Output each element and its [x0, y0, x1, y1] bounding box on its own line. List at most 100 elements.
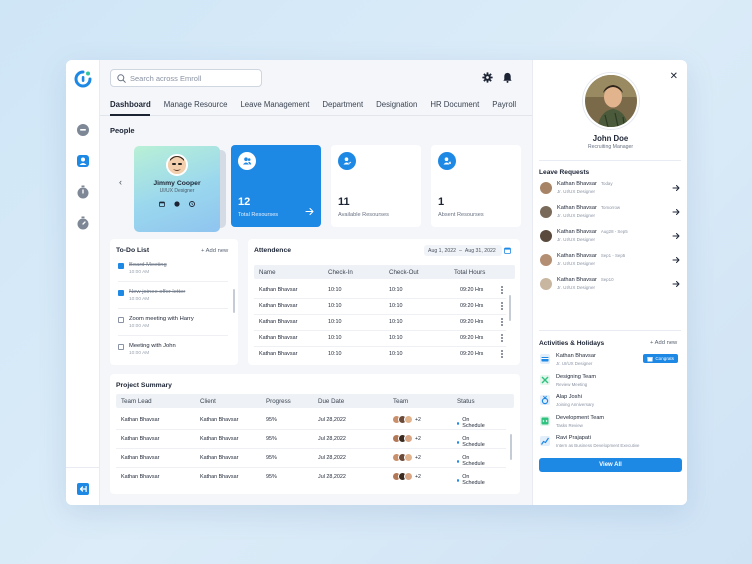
table-cell: 10:10	[328, 303, 342, 309]
todo-scrollbar[interactable]	[233, 289, 235, 313]
table-cell: Kathan Bhavsar	[259, 287, 298, 293]
tab-leave-management[interactable]: Leave Management	[240, 100, 309, 116]
message-icon[interactable]	[174, 201, 180, 207]
leave-request-item[interactable]: Kathan Bhavsar Sep1 - Sep5 Jr. UI/UX Desig…	[540, 252, 682, 270]
people-icon[interactable]	[76, 154, 90, 168]
project-summary-title: Project Summary	[116, 382, 172, 389]
activity-sub: Jr. UI/UX Designer	[556, 361, 593, 366]
team-avatars[interactable]: +2	[392, 472, 421, 481]
todo-item[interactable]: Meeting with John 10:00 AM	[118, 343, 176, 356]
date-range-picker[interactable]: Aug 1, 2022 – Aug 31, 2022	[424, 245, 502, 256]
tab-designation[interactable]: Designation	[376, 100, 417, 116]
requester-name: Kathan Bhavsar Tomorrow	[557, 205, 621, 211]
table-cell: 95%	[266, 417, 277, 423]
rail-footer	[66, 467, 100, 505]
table-cell: 10:10	[328, 335, 342, 341]
table-cell: 10:10	[389, 303, 403, 309]
congrats-button[interactable]: Congrats	[643, 354, 678, 363]
status-dot-icon	[457, 440, 460, 444]
team-avatars[interactable]: +2	[392, 434, 421, 443]
leave-request-item[interactable]: Kathan Bhavsar Today Jr. UI/UX Designer	[540, 180, 682, 198]
arrow-right-icon[interactable]	[672, 208, 680, 216]
activities-add-new-button[interactable]: + Add new	[650, 340, 677, 346]
tab-department[interactable]: Department	[322, 100, 363, 116]
tab-hr-document[interactable]: HR Document	[430, 100, 479, 116]
checkbox-unchecked[interactable]	[118, 344, 124, 350]
row-divider	[116, 467, 506, 468]
search-box[interactable]	[110, 69, 262, 87]
activity-name: Ravi Prajapati	[556, 435, 591, 441]
app-window: Dashboard Manage Resource Leave Manageme…	[66, 60, 687, 505]
search-input[interactable]	[130, 73, 258, 83]
gear-icon[interactable]	[482, 72, 493, 83]
team-avatars[interactable]: +2	[392, 415, 421, 424]
view-all-button[interactable]: View All	[539, 458, 682, 472]
person-name: Jimmy Cooper	[153, 180, 201, 187]
tab-manage-resource[interactable]: Manage Resource	[164, 100, 228, 116]
gift-icon	[647, 356, 654, 361]
avatar	[404, 453, 413, 462]
attendance-scrollbar[interactable]	[509, 295, 511, 321]
leave-request-item[interactable]: Kathan Bhavsar Tomorrow Jr. UI/UX Designer	[540, 204, 682, 222]
logout-icon[interactable]	[76, 482, 90, 496]
leave-request-item[interactable]: Kathan Bhavsar Aug28 - Sep5 Jr. UI/UX Desi…	[540, 228, 682, 246]
bell-icon[interactable]	[502, 72, 513, 83]
chat-icon[interactable]	[76, 123, 90, 137]
activity-item[interactable]: Ravi Prajapati Intern as Business Develop…	[540, 434, 682, 452]
close-icon[interactable]: ✕	[670, 72, 678, 82]
activity-item[interactable]: Development Team Tasks Review	[540, 414, 682, 432]
requester-name: Kathan Bhavsar Sep1 - Sep5	[557, 253, 626, 259]
project-scrollbar[interactable]	[510, 434, 512, 460]
team-more-count: +2	[415, 473, 421, 480]
table-cell: Kathan Bhavsar	[259, 351, 298, 357]
todo-item[interactable]: Zoom meeting with Harry 10:00 AM	[118, 316, 194, 329]
todo-item[interactable]: Board Meeting 10:00 AM	[118, 262, 167, 275]
kebab-menu-icon[interactable]	[501, 286, 503, 295]
timer-icon[interactable]	[76, 185, 90, 199]
date-to: Aug 31, 2022	[464, 247, 496, 254]
todo-title: To-Do List	[116, 247, 150, 254]
activity-item[interactable]: Alap Joshi Joining Anniversary	[540, 393, 682, 411]
activity-item[interactable]: Designing Team Review Meeting	[540, 373, 682, 391]
table-cell: Jul 28,2022	[318, 474, 346, 480]
app-logo-icon[interactable]	[73, 69, 93, 89]
person-card[interactable]: Jimmy Cooper UI/UX Designer	[134, 146, 226, 232]
arrow-right-icon[interactable]	[672, 280, 680, 288]
arrow-right-icon[interactable]	[672, 184, 680, 192]
calendar-icon[interactable]	[504, 247, 511, 254]
requester-name: Kathan Bhavsar Aug28 - Sep5	[557, 229, 628, 235]
checkbox-checked[interactable]	[118, 290, 124, 296]
stat-absent-resources[interactable]: 1 Absent Resourses	[431, 145, 521, 227]
user-check-icon	[338, 152, 356, 170]
avatar	[540, 230, 552, 242]
calendar-icon[interactable]	[159, 201, 165, 207]
todo-item[interactable]: New joinee offer letter 10:00 AM	[118, 289, 185, 302]
clock-icon[interactable]	[189, 201, 195, 207]
arrow-right-icon[interactable]	[672, 232, 680, 240]
divider	[118, 308, 228, 309]
checkbox-unchecked[interactable]	[118, 317, 124, 323]
kebab-menu-icon[interactable]	[501, 302, 503, 311]
arrow-right-icon[interactable]	[672, 256, 680, 264]
table-cell: 10:10	[389, 351, 403, 357]
checkbox-checked[interactable]	[118, 263, 124, 269]
stat-label: Total Resourses	[238, 212, 279, 218]
leave-request-item[interactable]: Kathan Bhavsar Sep10 Jr. UI/UX Designer	[540, 276, 682, 294]
stat-value: 11	[338, 196, 350, 208]
stopwatch-icon[interactable]	[76, 216, 90, 230]
team-avatars[interactable]: +2	[392, 453, 421, 462]
activity-item[interactable]: Kathan Bhavsar Jr. UI/UX Designer Congrats	[540, 352, 682, 370]
tab-payroll[interactable]: Payroll	[492, 100, 516, 116]
todo-add-new-button[interactable]: + Add new	[201, 248, 228, 254]
kebab-menu-icon[interactable]	[501, 350, 503, 359]
stat-total-resources[interactable]: 12 Total Resourses	[231, 145, 321, 227]
table-cell: Kathan Bhavsar	[121, 417, 160, 423]
kebab-menu-icon[interactable]	[501, 318, 503, 327]
team-more-count: +2	[415, 416, 421, 423]
kebab-menu-icon[interactable]	[501, 334, 503, 343]
chevron-left-icon[interactable]: ‹	[119, 177, 122, 187]
stat-available-resources[interactable]: 11 Available Resourses	[331, 145, 421, 227]
table-cell: Kathan Bhavsar	[200, 417, 239, 423]
arrow-right-icon[interactable]	[305, 207, 314, 216]
row-divider	[254, 314, 506, 315]
